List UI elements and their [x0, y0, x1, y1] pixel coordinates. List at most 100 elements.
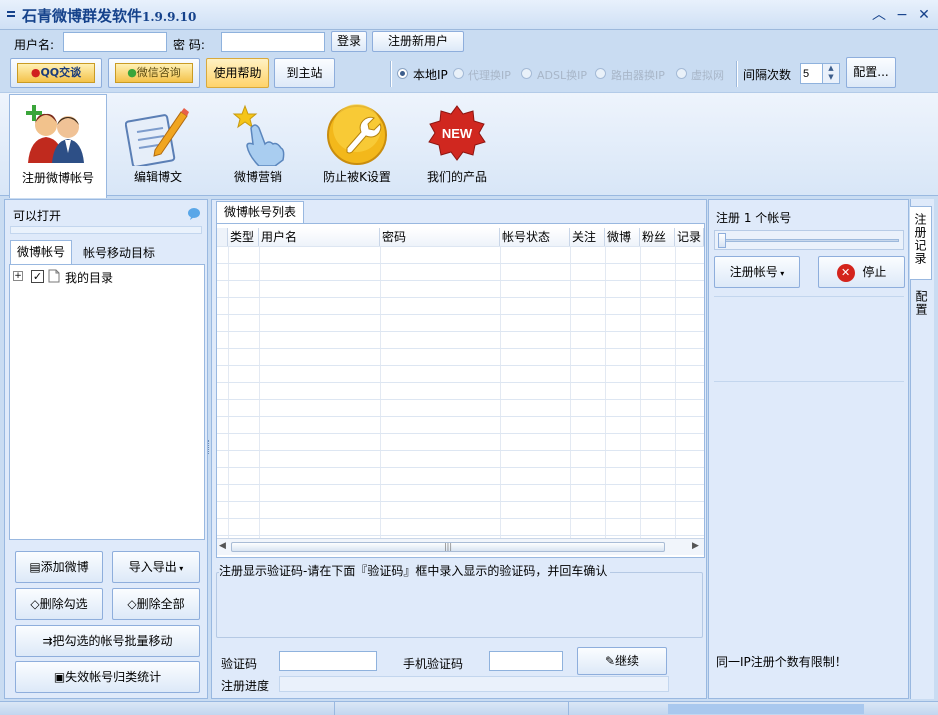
add-icon: ▤	[29, 560, 41, 574]
col-status[interactable]: 帐号状态	[500, 228, 570, 246]
slider-thumb[interactable]	[718, 233, 726, 248]
left-panel-title: 可以打开	[13, 209, 62, 223]
close-button[interactable]: ✕	[915, 6, 933, 24]
account-tree	[9, 264, 205, 540]
col-password[interactable]: 密码	[380, 228, 500, 246]
app-title: 石青微博群发软件1.9.9.10	[22, 7, 197, 25]
radio-adsl-ip-label: ADSL换IP	[537, 69, 587, 82]
radio-proxy-ip-label: 代理换IP	[468, 69, 511, 82]
continue-button[interactable]: ✎继续	[577, 647, 667, 675]
right-divider	[714, 381, 904, 382]
col-follow[interactable]: 关注	[570, 228, 605, 246]
file-icon	[48, 269, 60, 283]
help-button[interactable]: 使用帮助	[206, 58, 269, 88]
stats-icon: ▣	[53, 670, 66, 684]
radio-vpn[interactable]	[676, 68, 687, 79]
row-header-corner	[217, 228, 228, 246]
password-label: 密 码:	[173, 38, 205, 52]
eraser-icon: ◇	[127, 597, 137, 611]
vtab-config[interactable]: 配置	[910, 288, 932, 324]
phone-code-label: 手机验证码	[403, 657, 464, 671]
chat-bubble-icon[interactable]	[187, 207, 201, 221]
minimize-button[interactable]: −	[893, 6, 911, 24]
menu-icon[interactable]	[6, 7, 16, 21]
captcha-hint: 注册显示验证码-请在下面『验证码』框中录入显示的验证码，并回车确认	[219, 562, 611, 579]
scroll-right-icon[interactable]: ▶	[692, 541, 699, 551]
tab-move-target[interactable]: 帐号移动目标	[72, 242, 166, 264]
left-panel-progress	[10, 226, 202, 234]
phone-code-input[interactable]	[489, 651, 563, 671]
login-button[interactable]: 登录	[331, 31, 367, 52]
main-site-button[interactable]: 到主站	[274, 58, 335, 88]
tool-edit-post[interactable]: 编辑博文	[115, 96, 201, 192]
delete-all-button[interactable]: ◇删除全部	[112, 588, 200, 620]
status-divider	[334, 702, 335, 715]
tree-item-my-directory[interactable]: 我的目录	[65, 269, 113, 286]
register-user-button[interactable]: 注册新用户	[372, 31, 464, 52]
col-record[interactable]: 记录	[675, 228, 704, 246]
radio-router-ip[interactable]	[595, 68, 606, 79]
username-input[interactable]	[63, 32, 167, 52]
toolbar-divider	[390, 61, 392, 87]
batch-move-button[interactable]: ⇉把勾选的帐号批量移动	[15, 625, 200, 657]
qq-icon: ●	[30, 66, 41, 79]
tool-register-account[interactable]: 注册微博帐号	[9, 94, 107, 198]
captcha-box	[216, 572, 703, 638]
radio-local-ip[interactable]	[397, 68, 408, 79]
slider-track	[719, 239, 899, 242]
radio-local-ip-label: 本地IP	[413, 68, 448, 82]
table-grid	[217, 246, 704, 538]
col-username[interactable]: 用户名	[259, 228, 380, 246]
horizontal-scrollbar[interactable]: ◀ ||| ▶	[217, 538, 704, 555]
config-button[interactable]: 配置...	[846, 57, 896, 88]
invalid-stats-button[interactable]: ▣失效帐号归类统计	[15, 661, 200, 693]
col-weibo[interactable]: 微博	[605, 228, 640, 246]
stop-button[interactable]: ✕ 停止	[818, 256, 905, 288]
radio-adsl-ip[interactable]	[521, 68, 532, 79]
tab-account-list[interactable]: 微博帐号列表	[216, 201, 304, 223]
tool-register-account-label: 注册微博帐号	[21, 171, 94, 185]
tool-our-products[interactable]: NEW 我们的产品	[414, 96, 500, 192]
tool-weibo-marketing-label: 微博营销	[233, 170, 282, 184]
status-progress	[668, 704, 864, 714]
ip-limit-note: 同一IP注册个数有限制！	[716, 655, 847, 669]
vtab-register-log[interactable]: 注册记录	[910, 206, 932, 280]
col-type[interactable]: 类型	[228, 228, 259, 246]
users-icon	[26, 105, 84, 163]
tool-weibo-marketing[interactable]: 微博营销	[215, 96, 301, 192]
qq-chat-button[interactable]: ●QQ交谈	[10, 58, 102, 88]
wechat-button[interactable]: ●微信咨询	[108, 58, 200, 88]
wechat-icon: ●	[127, 66, 137, 79]
import-export-button[interactable]: 导入导出 ▾	[112, 551, 200, 583]
progress-label: 注册进度	[221, 679, 270, 693]
username-label: 用户名:	[14, 38, 55, 52]
radio-proxy-ip[interactable]	[453, 68, 464, 79]
svg-text:NEW: NEW	[442, 126, 473, 141]
tool-anti-ban-settings[interactable]: 防止被K设置	[314, 96, 400, 192]
wrench-icon	[327, 104, 387, 165]
register-count-label: 注册 1 个帐号	[716, 211, 792, 225]
register-count-slider[interactable]	[714, 230, 904, 250]
interval-label: 间隔次数	[743, 68, 792, 82]
register-account-button[interactable]: 注册帐号 ▾	[714, 256, 800, 288]
scroll-left-icon[interactable]: ◀	[219, 541, 226, 551]
collapse-button[interactable]: ︿	[870, 6, 888, 24]
stop-icon: ✕	[836, 263, 855, 282]
interval-spinner[interactable]: ▲ ▼	[822, 64, 839, 83]
tab-weibo-accounts[interactable]: 微博帐号	[10, 240, 72, 264]
edit-document-icon	[125, 108, 189, 166]
tree-expand-toggle[interactable]: +	[13, 271, 23, 281]
add-weibo-button[interactable]: ▤添加微博	[15, 551, 103, 583]
password-input[interactable]	[221, 32, 325, 52]
radio-router-ip-label: 路由器换IP	[611, 69, 665, 82]
tree-checkbox[interactable]: ✓	[31, 270, 44, 283]
toolbar-divider	[736, 61, 738, 87]
dropdown-arrow-icon: ▾	[777, 269, 785, 278]
captcha-input[interactable]	[279, 651, 377, 671]
new-badge-icon: NEW	[428, 105, 486, 161]
col-fans[interactable]: 粉丝	[640, 228, 675, 246]
scroll-thumb[interactable]: |||	[231, 542, 665, 552]
delete-checked-button[interactable]: ◇删除勾选	[15, 588, 103, 620]
status-bar	[0, 701, 938, 715]
move-icon: ⇉	[42, 634, 53, 648]
